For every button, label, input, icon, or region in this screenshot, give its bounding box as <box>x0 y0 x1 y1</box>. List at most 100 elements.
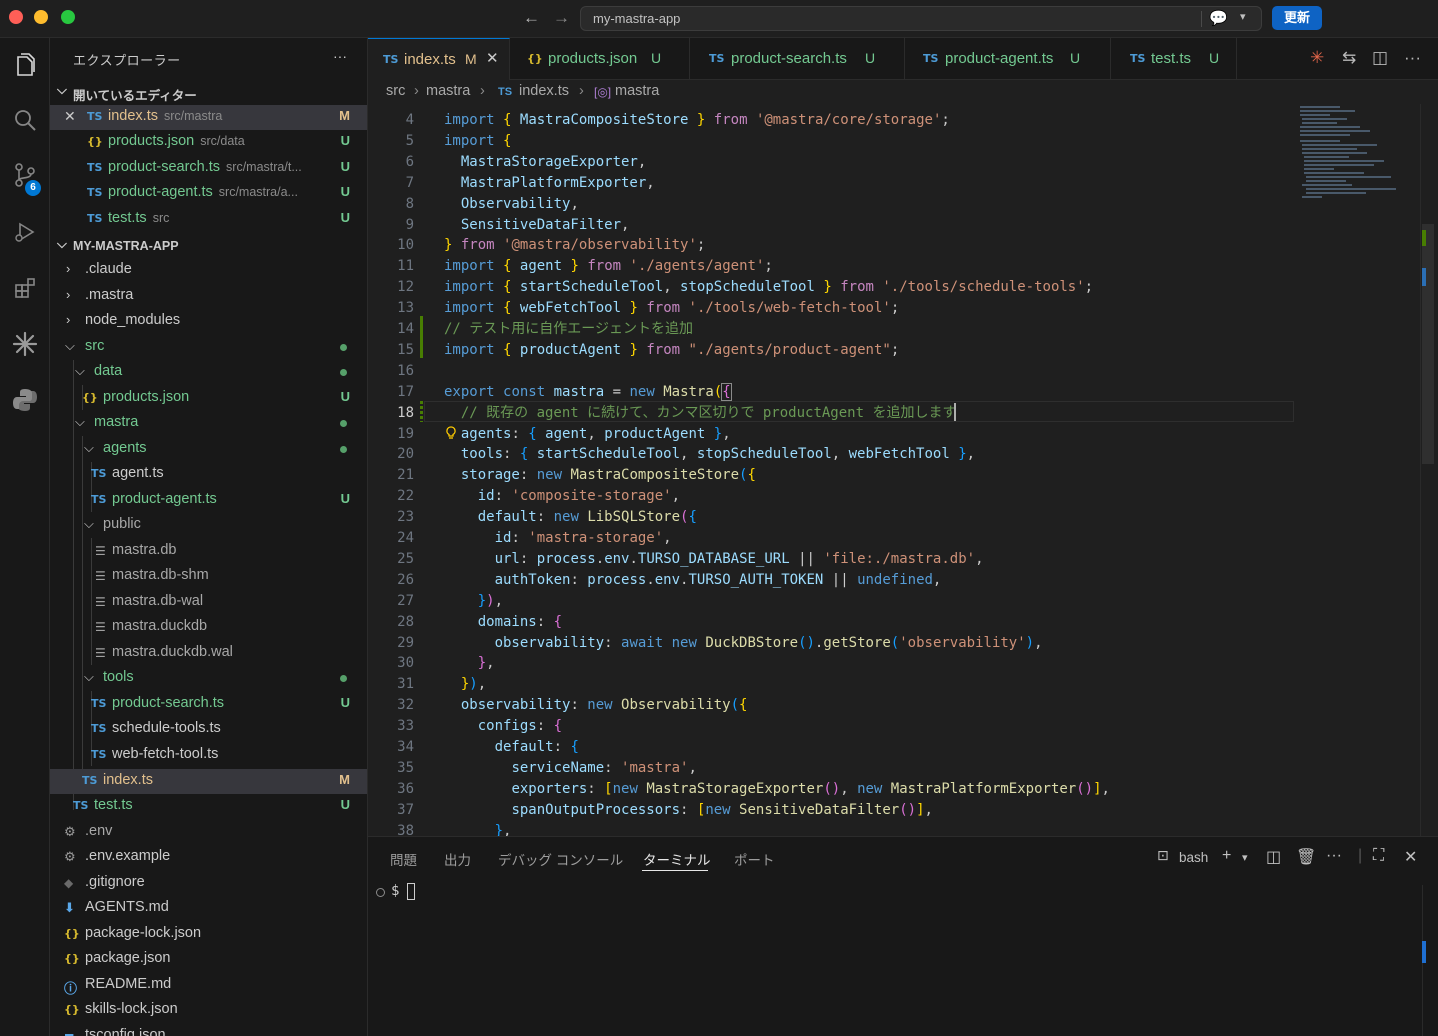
tree-file[interactable]: {} skills-lock.json <box>50 998 367 1023</box>
tree-folder[interactable]: ⌵ src <box>50 335 367 360</box>
tree-folder[interactable]: › node_modules <box>50 309 367 334</box>
close-window-button[interactable] <box>9 10 23 24</box>
open-editor-item[interactable]: {} products.json src/data U <box>50 130 367 155</box>
arrow-left-icon[interactable]: ← <box>523 8 540 28</box>
claude-sparkle-icon[interactable] <box>0 324 50 364</box>
explorer-files-icon[interactable] <box>0 46 50 86</box>
code-editor[interactable]: 4 import { MastraCompositeStore } from '@… <box>368 104 1438 836</box>
project-header[interactable]: ⌵ MY-MASTRA-APP <box>50 235 367 257</box>
editor-scrollbar[interactable] <box>1420 104 1434 836</box>
editor-scrollbar-thumb[interactable] <box>1422 224 1434 464</box>
tree-folder[interactable]: ⌵ public <box>50 513 367 538</box>
tree-file[interactable]: TS test.ts U <box>50 794 367 819</box>
tree-file[interactable]: TS product-search.ts U <box>50 692 367 717</box>
tree-file[interactable]: ▬ tsconfig.json <box>50 1024 367 1036</box>
open-editor-item[interactable]: TS test.ts src U <box>50 207 367 232</box>
panel-tab-terminal[interactable]: ターミナル <box>643 849 711 869</box>
lightbulb-icon[interactable] <box>446 426 456 440</box>
chevron-down-icon: ⌵ <box>57 236 67 251</box>
tree-file[interactable]: TS schedule-tools.ts <box>50 717 367 742</box>
tree-file[interactable]: {} package.json <box>50 947 367 972</box>
update-button[interactable]: 更新 <box>1272 6 1322 30</box>
open-editor-item[interactable]: TS product-search.ts src/mastra/t... U <box>50 156 367 181</box>
tree-file[interactable]: ☰ mastra.duckdb.wal <box>50 641 367 666</box>
tree-file[interactable]: ☰ mastra.db-shm <box>50 564 367 589</box>
tree-file[interactable]: ☰ mastra.db-wal <box>50 590 367 615</box>
tree-file[interactable]: TS product-agent.ts U <box>50 488 367 513</box>
tree-file-name: .env <box>85 823 113 839</box>
tree-folder[interactable]: ⌵ tools <box>50 666 367 691</box>
typescript-file-icon: TS <box>91 722 107 735</box>
tree-folder[interactable]: › .claude <box>50 258 367 283</box>
panel-tab-debug-console[interactable]: デバッグ コンソール <box>498 849 623 869</box>
panel-tab-output[interactable]: 出力 <box>444 849 471 869</box>
chevron-down-icon[interactable]: ▾ <box>1242 851 1248 864</box>
maximize-window-button[interactable] <box>61 10 75 24</box>
trash-icon[interactable]: 🗑 <box>1296 847 1316 867</box>
tree-file[interactable]: ⚙ .env <box>50 820 367 845</box>
tree-folder[interactable]: ⌵ mastra <box>50 411 367 436</box>
tree-folder[interactable]: › .mastra <box>50 284 367 309</box>
split-terminal-icon[interactable]: ◫ <box>1266 847 1281 867</box>
line-number: 16 <box>397 362 414 379</box>
more-actions-icon[interactable]: ··· <box>1326 847 1342 865</box>
tab-index-ts[interactable]: TS index.ts M ✕ <box>368 38 510 81</box>
panel-tab-problems[interactable]: 問題 <box>390 849 417 869</box>
minimize-window-button[interactable] <box>34 10 48 24</box>
claude-sparkle-icon[interactable]: ✳ <box>1310 48 1324 68</box>
split-editor-icon[interactable]: ◫ <box>1372 48 1388 68</box>
run-debug-icon[interactable] <box>0 212 50 252</box>
tree-file[interactable]: ⚙ .env.example <box>50 845 367 870</box>
chat-sparkle-icon[interactable]: 💬 <box>1209 9 1228 27</box>
more-actions-icon[interactable]: ··· <box>1404 48 1421 68</box>
minimap[interactable] <box>1298 104 1398 214</box>
compare-changes-icon[interactable]: ⇆ <box>1342 48 1356 68</box>
terminal-icon[interactable]: ⊡ <box>1157 847 1169 864</box>
new-terminal-plus-icon[interactable]: + <box>1222 847 1231 865</box>
tab-product-search-ts[interactable]: TS product-search.ts U <box>690 38 905 80</box>
close-icon[interactable]: ✕ <box>64 108 76 125</box>
tree-file[interactable]: TS web-fetch-tool.ts <box>50 743 367 768</box>
command-center-search[interactable]: my-mastra-app 💬 ▾ <box>580 6 1262 31</box>
tree-file[interactable]: ◆ .gitignore <box>50 871 367 896</box>
tab-status: U <box>1070 50 1081 66</box>
search-icon[interactable] <box>0 100 50 140</box>
open-editor-item[interactable]: TS product-agent.ts src/mastra/a... U <box>50 181 367 206</box>
open-editors-header[interactable]: ⌵ 開いているエディター <box>50 81 367 103</box>
tree-folder[interactable]: ⌵ agents <box>50 437 367 462</box>
panel-tab-ports[interactable]: ポート <box>734 849 775 869</box>
tree-file[interactable]: ☰ mastra.db <box>50 539 367 564</box>
tree-file[interactable]: ⓘ README.md <box>50 973 367 998</box>
tree-file[interactable]: ⬇ AGENTS.md <box>50 896 367 921</box>
tree-file[interactable]: TS index.ts M <box>50 769 367 794</box>
python-icon[interactable] <box>0 380 50 420</box>
minimap-line <box>1302 148 1357 150</box>
breadcrumb-item[interactable]: mastra <box>426 83 470 99</box>
open-editor-item[interactable]: ✕ TS index.ts src/mastra M <box>50 105 367 130</box>
arrow-right-icon[interactable]: → <box>553 8 570 28</box>
breadcrumb-item[interactable]: mastra <box>615 83 659 99</box>
tab-product-agent-ts[interactable]: TS product-agent.ts U <box>905 38 1111 80</box>
code-line: 34 default: { <box>368 737 1428 758</box>
tab-test-ts[interactable]: TS test.ts U <box>1111 38 1237 80</box>
extensions-icon[interactable] <box>0 268 50 308</box>
code-line: 36 exporters: [new MastraStorageExporter… <box>368 779 1428 800</box>
tree-file[interactable]: TS agent.ts <box>50 462 367 487</box>
maximize-panel-icon[interactable]: ⛶ <box>1373 847 1384 865</box>
chevron-down-icon: ⌵ <box>84 516 94 531</box>
terminal-shell-name[interactable]: bash <box>1179 850 1208 865</box>
tree-file[interactable]: {} package-lock.json <box>50 922 367 947</box>
chevron-down-icon[interactable]: ▾ <box>1240 10 1246 23</box>
tree-file[interactable]: {} products.json U <box>50 386 367 411</box>
tab-products-json[interactable]: {} products.json U <box>510 38 690 80</box>
minimap-line <box>1304 160 1384 162</box>
close-icon[interactable]: ✕ <box>1404 847 1417 867</box>
tree-folder[interactable]: ⌵ data <box>50 360 367 385</box>
more-actions-icon[interactable]: ··· <box>333 48 347 64</box>
code-text: exporters: [new MastraStorageExporter(),… <box>511 780 1110 797</box>
breadcrumb-item[interactable]: index.ts <box>519 83 569 99</box>
breadcrumb-item[interactable]: src <box>386 83 405 99</box>
typescript-file-icon: TS <box>73 799 89 812</box>
close-icon[interactable]: ✕ <box>486 49 499 67</box>
tree-file[interactable]: ☰ mastra.duckdb <box>50 615 367 640</box>
